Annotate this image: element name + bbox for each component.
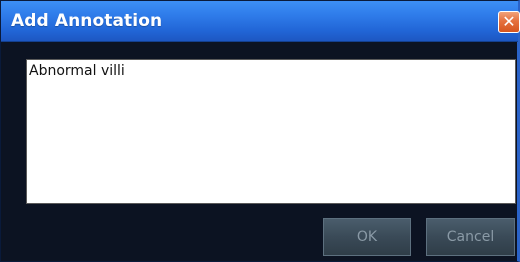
- dialog-title: Add Annotation: [11, 11, 163, 31]
- annotation-textarea[interactable]: Abnormal villi: [26, 59, 516, 204]
- close-icon[interactable]: ✕: [498, 11, 520, 33]
- cancel-button[interactable]: Cancel: [426, 218, 515, 256]
- add-annotation-dialog: Add Annotation ✕ Abnormal villi OK Cance…: [0, 0, 520, 262]
- title-bar[interactable]: Add Annotation ✕: [1, 1, 520, 42]
- ok-button[interactable]: OK: [323, 218, 411, 256]
